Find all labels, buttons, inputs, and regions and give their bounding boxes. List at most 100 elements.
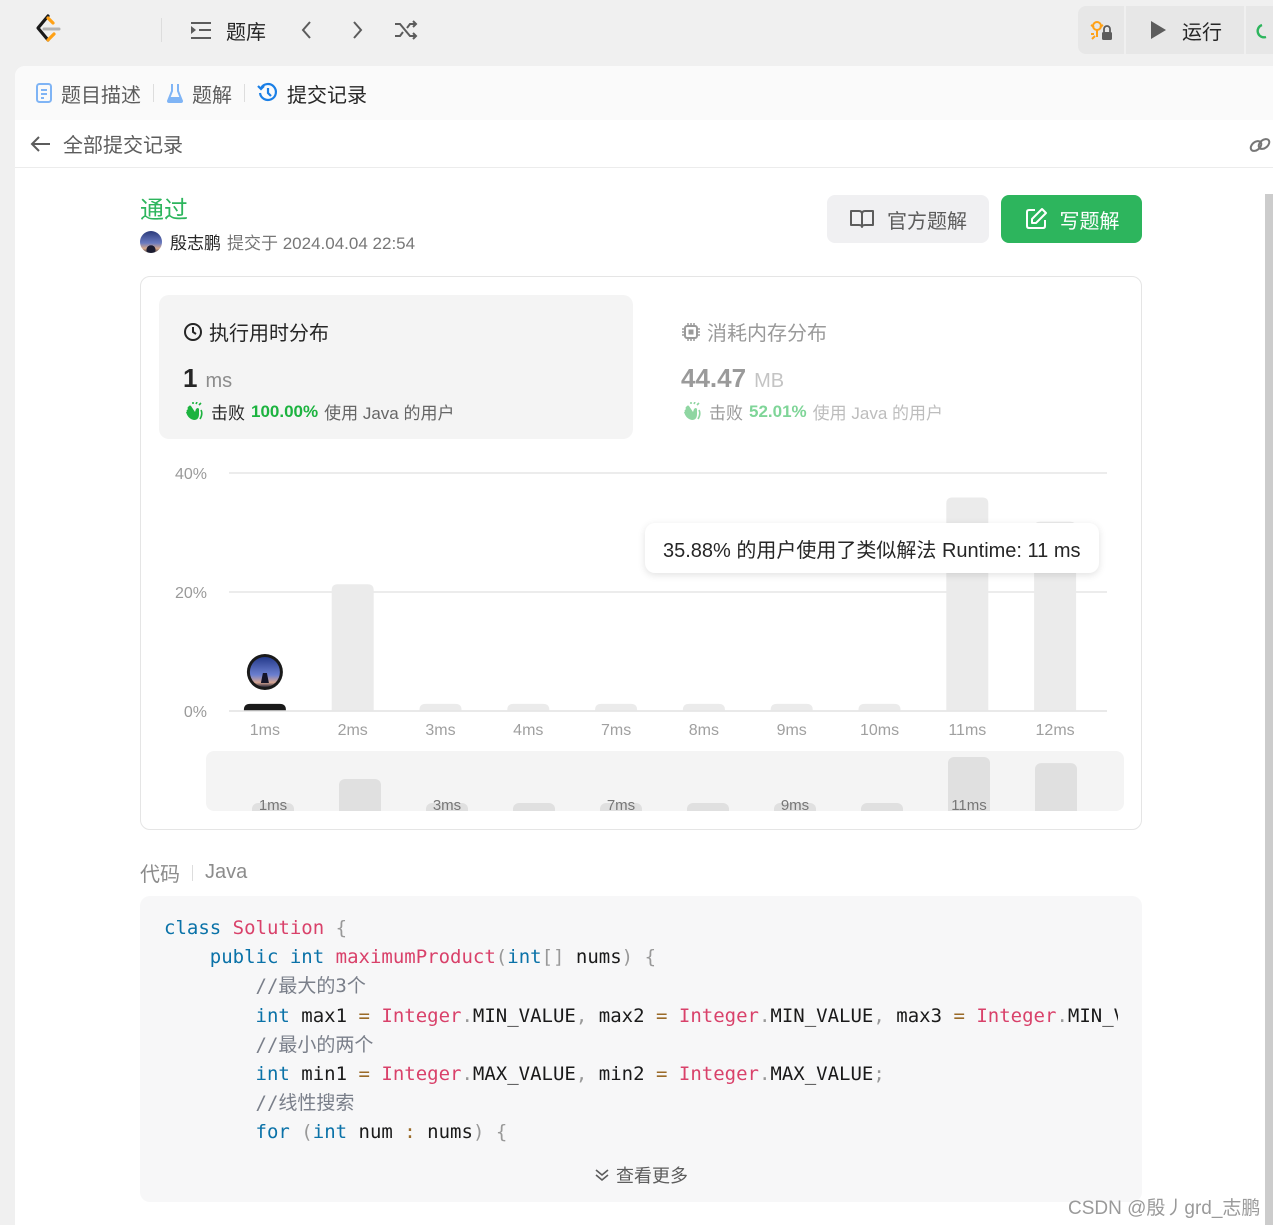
tab-bar: 题目描述 题解 提交记录: [15, 66, 1273, 120]
clap-icon: [684, 401, 701, 420]
code-content[interactable]: class Solution { public int maximumProdu…: [164, 914, 1118, 1148]
leetcode-logo[interactable]: [32, 12, 66, 46]
runtime-histogram: 0% 20% 40% 1ms 2ms 3ms 4ms 7ms 8ms 9ms 10ms 11ms 12m…: [175, 466, 1107, 739]
debug-locked-icon: [1090, 21, 1112, 40]
shuffle-icon: [395, 20, 418, 40]
brush-bar: [513, 803, 555, 811]
chevron-right-icon: [353, 21, 363, 39]
write-solution-button[interactable]: 写题解: [1001, 195, 1142, 243]
tab-solutions[interactable]: 题解: [166, 79, 232, 108]
x-tick-label: 11ms: [948, 722, 986, 739]
tab-divider: [153, 84, 154, 102]
top-navbar: 题库 运行: [0, 0, 1273, 64]
code-language: Java: [205, 861, 248, 883]
runtime-beat-text: 使用 Java 的用户: [324, 404, 455, 423]
bar-3ms: [419, 703, 462, 711]
bar-9ms: [770, 703, 813, 711]
clap-icon: [186, 401, 203, 420]
chevron-left-icon: [301, 21, 311, 39]
runtime-number: 1: [183, 363, 198, 393]
next-problem-button[interactable]: [343, 16, 371, 44]
brush-bar: [339, 778, 381, 811]
chip-icon: [682, 322, 700, 341]
bar-10ms: [858, 703, 901, 711]
runtime-title: 执行用时分布: [183, 317, 329, 346]
brush-label: 7ms: [607, 797, 635, 811]
book-icon: [850, 210, 874, 228]
x-tick-label: 1ms: [250, 722, 280, 739]
submission-panel: 题目描述 题解 提交记录 全部提交记录 通过 殷志鹏 提交于 2024.04.0…: [15, 66, 1273, 1225]
arrow-left-icon: [30, 135, 50, 152]
x-tick-label: 4ms: [513, 722, 543, 739]
divider: [192, 864, 193, 881]
write-solution-label: 写题解: [1059, 210, 1120, 233]
code-block: class Solution { public int maximumProdu…: [140, 896, 1142, 1202]
double-chevron-down-icon: [595, 1169, 609, 1182]
code-label: 代码: [140, 864, 180, 886]
list-indent-icon: [191, 21, 211, 39]
divider: [161, 18, 162, 42]
x-tick-label: 9ms: [777, 722, 807, 739]
tab-description[interactable]: 题目描述: [35, 79, 141, 108]
x-tick-label: 8ms: [689, 722, 719, 739]
memory-unit: MB: [754, 370, 785, 392]
bar-7ms: [595, 703, 638, 711]
clock-icon: [184, 322, 202, 341]
x-tick-label: 10ms: [860, 722, 899, 739]
flask-icon: [166, 84, 184, 103]
problem-list-label: 题库: [226, 22, 266, 44]
tab-solutions-label: 题解: [192, 84, 232, 107]
bar-4ms: [507, 703, 550, 711]
runtime-distribution-tab[interactable]: 执行用时分布 1 ms 击败 100.00% 使用 Java 的用户: [159, 295, 633, 439]
code-header: 代码 Java: [140, 858, 247, 887]
tab-submissions-label: 提交记录: [287, 84, 367, 107]
brush-minimap: 1ms 3ms 7ms 9ms 11ms: [252, 757, 1077, 811]
beat-label: 击败: [709, 404, 743, 423]
tab-submissions[interactable]: 提交记录: [257, 79, 367, 108]
runtime-beat-percent: 100.00%: [251, 401, 319, 421]
cloud-upload-icon: [1256, 23, 1267, 39]
debug-button[interactable]: [1078, 6, 1126, 54]
runtime-value: 1 ms: [183, 363, 232, 394]
history-icon: [257, 82, 278, 102]
x-tick-label: 3ms: [425, 722, 455, 739]
show-more-button[interactable]: 查看更多: [140, 1162, 1142, 1188]
bar-2ms: [331, 584, 374, 711]
run-button[interactable]: 运行: [1126, 6, 1246, 54]
chart-range-brush[interactable]: 1ms 3ms 7ms 9ms 11ms: [206, 751, 1124, 811]
beat-label: 击败: [211, 404, 245, 423]
submission-meta: 殷志鹏 提交于 2024.04.04 22:54: [140, 229, 415, 254]
username[interactable]: 殷志鹏: [170, 229, 221, 254]
brush-bar: [861, 803, 903, 811]
brush-label: 9ms: [781, 797, 809, 811]
run-toolbar: 运行: [1078, 6, 1273, 54]
tab-divider: [244, 84, 245, 102]
scrollbar[interactable]: [1265, 194, 1273, 1225]
chart-tooltip: 35.88% 的用户使用了类似解法 Runtime: 11 ms: [645, 523, 1099, 573]
all-submissions-title: 全部提交记录: [63, 135, 183, 157]
brush-label: 1ms: [259, 797, 287, 811]
link-icon[interactable]: [1247, 132, 1273, 158]
brush-bar: [1035, 763, 1077, 811]
submission-status: 通过: [140, 197, 188, 224]
memory-distribution-tab[interactable]: 消耗内存分布 44.47 MB 击败 52.01% 使用 Java 的用户: [657, 295, 1131, 439]
prev-problem-button[interactable]: [293, 16, 321, 44]
brush-bar: [687, 803, 729, 811]
bar-1ms: [243, 703, 286, 711]
runtime-beats: 击败 100.00% 使用 Java 的用户: [183, 399, 454, 424]
y-tick-label: 20%: [175, 585, 207, 602]
submitted-time: 提交于 2024.04.04 22:54: [227, 234, 416, 253]
avatar[interactable]: [140, 230, 162, 253]
edit-icon: [1025, 208, 1047, 229]
brush-label: 11ms: [951, 797, 987, 811]
show-more-label: 查看更多: [616, 1166, 688, 1186]
x-tick-label: 2ms: [338, 722, 368, 739]
problem-list-button[interactable]: 题库: [188, 16, 266, 45]
back-button[interactable]: [29, 132, 53, 156]
submit-button[interactable]: [1246, 6, 1273, 54]
official-solution-button[interactable]: 官方题解: [827, 195, 989, 243]
official-solution-label: 官方题解: [887, 210, 967, 233]
random-problem-button[interactable]: [392, 16, 420, 44]
memory-value: 44.47 MB: [681, 363, 784, 394]
run-label: 运行: [1182, 21, 1222, 44]
